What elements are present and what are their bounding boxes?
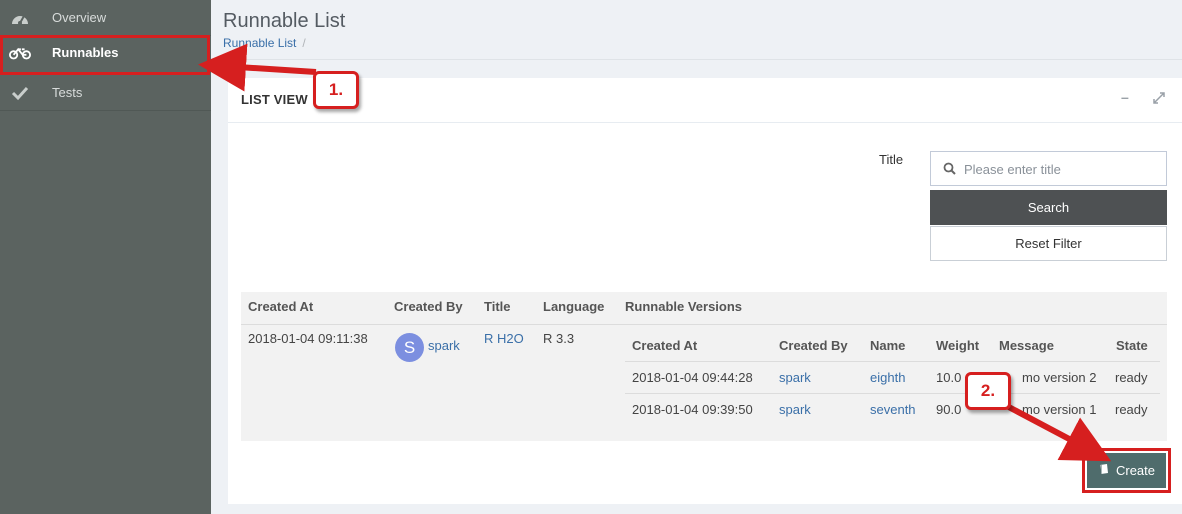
- annotation-arrows: [198, 43, 1112, 462]
- arrow-to-runnables: [198, 43, 317, 92]
- arrow-to-create: [1003, 402, 1112, 462]
- callout-step-2: 2.: [965, 372, 1011, 410]
- callout-step-1: 1.: [313, 71, 359, 109]
